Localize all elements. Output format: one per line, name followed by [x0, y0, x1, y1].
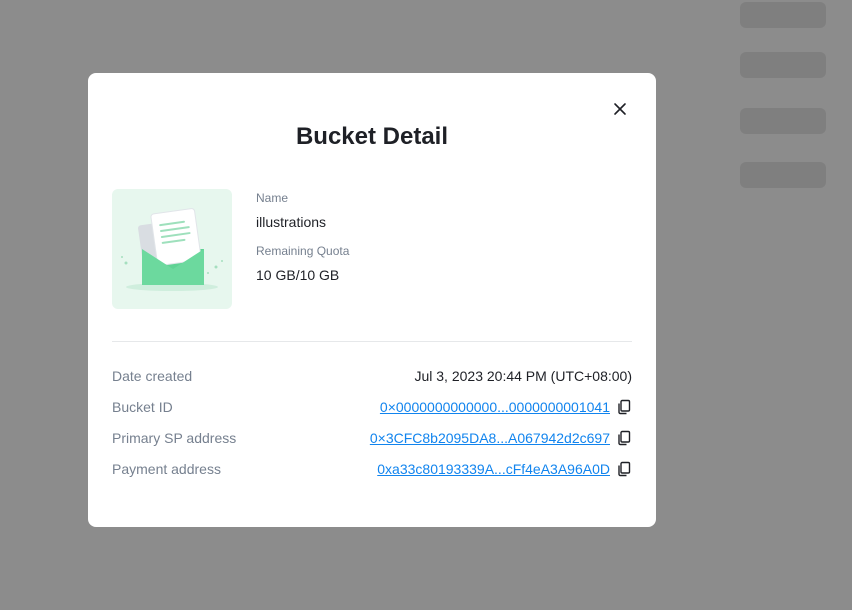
divider: [112, 341, 632, 342]
close-icon: [614, 103, 626, 115]
detail-list: Date created Jul 3, 2023 20:44 PM (UTC+0…: [112, 360, 632, 484]
name-value: illustrations: [256, 214, 327, 230]
quota-value: 10 GB/10 GB: [256, 267, 340, 283]
copy-icon[interactable]: [616, 399, 632, 415]
detail-row-bucket-id: Bucket ID 0×0000000000000...000000000104…: [112, 391, 632, 422]
bucket-info: Name illustrations Remaining Quota 10 GB…: [256, 191, 349, 283]
detail-label: Bucket ID: [112, 398, 173, 415]
date-created-value: Jul 3, 2023 20:44 PM (UTC+08:00): [414, 367, 632, 384]
bucket-id-link[interactable]: 0×0000000000000...0000000001041: [380, 399, 610, 415]
quota-label: Remaining Quota: [256, 244, 350, 258]
detail-label: Primary SP address: [112, 429, 237, 446]
detail-row-primary-sp-address: Primary SP address 0×3CFC8b2095DA8...A06…: [112, 422, 632, 453]
modal-title: Bucket Detail: [295, 123, 449, 150]
detail-label: Payment address: [112, 460, 221, 477]
copy-icon[interactable]: [616, 430, 632, 446]
envelope-document-icon: [121, 208, 223, 291]
close-button[interactable]: [610, 99, 630, 119]
primary-sp-address-link[interactable]: 0×3CFC8b2095DA8...A067942d2c697: [370, 430, 610, 446]
payment-address-link[interactable]: 0xa33c80193339A...cFf4eA3A96A0D: [377, 461, 610, 477]
detail-row-payment-address: Payment address 0xa33c80193339A...cFf4eA…: [112, 453, 632, 484]
detail-label: Date created: [112, 367, 193, 384]
name-label: Name: [256, 191, 289, 205]
detail-row-date-created: Date created Jul 3, 2023 20:44 PM (UTC+0…: [112, 360, 632, 391]
bucket-detail-modal: Bucket Detail Name illustrations Remaini…: [88, 73, 656, 527]
copy-icon[interactable]: [616, 461, 632, 477]
bucket-illustration: [112, 189, 232, 309]
